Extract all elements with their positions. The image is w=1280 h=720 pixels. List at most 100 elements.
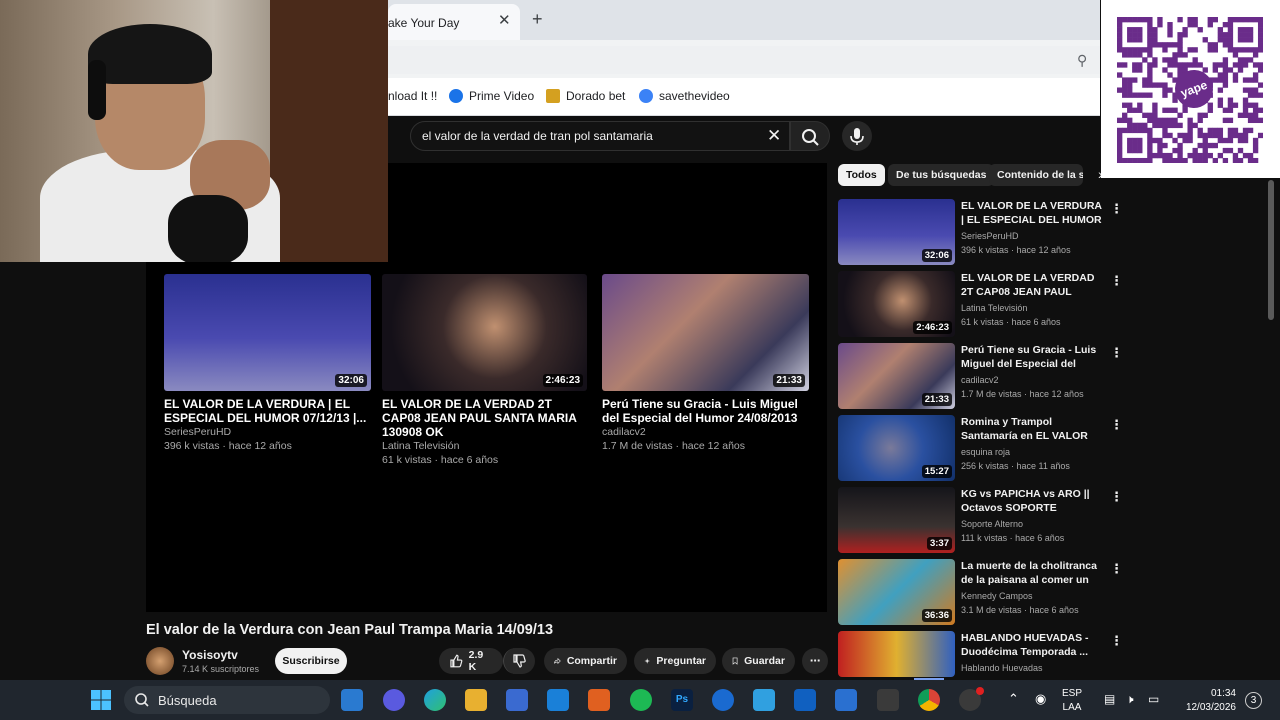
language-code: ESP [1062,688,1083,699]
bookmark-dorado-bet[interactable]: Dorado bet [546,89,625,103]
more-options-icon[interactable]: ⋮ [1110,417,1123,433]
calendar-icon[interactable] [835,689,857,711]
duration-badge: 2:46:23 [913,321,952,334]
video-meta: 61 k vistas · hace 6 años [961,317,1061,327]
more-options-icon[interactable]: ⋮ [1110,345,1123,361]
video-title: HABLANDO HUEVADAS - Duodécima Temporada … [961,632,1089,658]
ask-button[interactable]: Preguntar [634,648,716,674]
video-meta: 1.7 M de vistas · hace 12 años [602,440,745,452]
sidebar-video-2[interactable]: 2:46:23 EL VALOR DE LA VERDAD 2T CAP08 J… [838,271,1123,339]
sidebar-video-7[interactable]: HABLANDO HUEVADAS - Duodécima Temporada … [838,631,1118,677]
video-thumbnail: 36:36 [838,559,955,625]
store-icon[interactable] [506,689,528,711]
keyboard-layout: LAA [1062,702,1082,713]
taskbar-search[interactable] [124,686,330,714]
video-thumbnail: 21:33 [838,343,955,409]
notification-dot [976,687,984,695]
video-meta: 1.7 M de vistas · hace 12 años [961,389,1084,399]
mail-icon[interactable] [547,689,569,711]
video-meta: 61 k vistas · hace 6 años [382,454,499,466]
battery-icon[interactable]: ▭ [1148,692,1159,706]
bookmark-prime-video[interactable]: Prime Video [449,89,534,103]
spotify-icon[interactable] [630,689,652,711]
sidebar-video-6[interactable]: 36:36 La muerte de la cholitranca de la … [838,559,1123,627]
sidebar-video-3[interactable]: 21:33 Perú Tiene su Gracia - Luis Miguel… [838,343,1123,411]
bookmark-savethevideo[interactable]: savethevideo [639,89,730,103]
chip-from-searches[interactable]: De tus búsquedas [888,164,995,186]
microphone-icon[interactable]: ◉ [1035,691,1046,707]
input-language[interactable]: ESP LAA [1062,687,1082,715]
photoshop-icon[interactable]: Ps [671,689,693,711]
zoom-icon[interactable]: ⚲ [1077,52,1087,69]
channel-avatar[interactable] [146,647,174,675]
bookmark-download[interactable]: nload It !! [388,89,437,103]
scrollbar[interactable] [1268,180,1274,320]
more-options-icon[interactable]: ⋮ [1110,561,1123,577]
duration-badge: 2:46:23 [542,374,583,387]
like-button[interactable]: 2.9 K [439,648,503,674]
sidebar-video-1[interactable]: 32:06 EL VALOR DE LA VERDURA | EL ESPECI… [838,199,1123,267]
chip-related-content[interactable]: Contenido de la se [989,164,1083,186]
ask-label: Preguntar [656,655,706,667]
endscreen-video-2[interactable]: 2:46:23 EL VALOR DE LA VERDAD 2T CAP08 J… [382,274,587,467]
video-meta: 256 k vistas · hace 11 años [961,461,1070,471]
sidebar-video-4[interactable]: 15:27 Romina y Trampol Santamaría en EL … [838,415,1123,483]
bookmark-label: Prime Video [469,89,535,103]
like-count: 2.9 K [468,649,484,673]
video-title: La muerte de la cholitranca de la paisan… [961,560,1097,586]
more-options-icon[interactable]: ⋮ [1110,273,1123,289]
clear-search-icon[interactable]: ✕ [767,126,781,146]
share-button[interactable]: Compartir [544,648,627,674]
channel-name: cadilacv2 [602,426,646,438]
dislike-button[interactable] [503,648,535,674]
windows-start-icon[interactable] [90,689,112,716]
onedrive-icon[interactable] [712,689,734,711]
video-thumbnail [838,631,955,677]
sidebar-video-5[interactable]: 3:37 KG vs PAPICHA vs ARO || Octavos SOP… [838,487,1123,555]
chrome-icon[interactable] [918,689,940,711]
endscreen-video-1[interactable]: 32:06 EL VALOR DE LA VERDURA | EL ESPECI… [164,274,371,453]
outlook-icon[interactable] [794,689,816,711]
file-explorer-icon[interactable] [465,689,487,711]
video-thumbnail: 32:06 [164,274,371,391]
channel-name[interactable]: Yosisoytv [182,648,238,662]
voice-search-button[interactable] [842,121,872,151]
clock[interactable]: 01:34 12/03/2026 [1176,687,1236,715]
media-player-icon[interactable] [588,689,610,711]
duration-badge: 21:33 [921,393,952,406]
search-icon [134,692,150,713]
channel-name: cadilacv2 [961,375,999,385]
more-icon: ⋯ [809,655,821,667]
more-actions-button[interactable]: ⋯ [802,648,828,674]
thumbs-down-icon [513,654,526,668]
show-hidden-icons[interactable]: ⌃ [1008,691,1019,707]
calculator-icon[interactable] [877,689,899,711]
search-button[interactable] [790,121,830,151]
endscreen-video-3[interactable]: 21:33 Perú Tiene su Gracia - Luis Miguel… [602,274,809,453]
chip-all[interactable]: Todos [838,164,885,186]
bookmark-label: nload It !! [388,89,438,103]
network-icon[interactable]: ▤ [1104,692,1115,706]
yape-qr-code: yape [1101,0,1280,178]
edge-icon[interactable] [424,689,446,711]
search-icon [802,129,819,146]
more-options-icon[interactable]: ⋮ [1110,633,1118,649]
volume-icon[interactable]: 🕨 [1126,692,1134,707]
new-tab-icon[interactable]: + [532,9,543,30]
address-input[interactable] [388,46,1100,74]
tab-title: ake Your Day [388,16,460,30]
more-options-icon[interactable]: ⋮ [1110,201,1123,217]
subscribe-button[interactable]: Suscribirse [275,648,347,674]
task-view-icon[interactable] [341,689,363,711]
search-query: el valor de la verdad de tran pol santam… [422,129,653,143]
notification-badge[interactable]: 3 [1245,692,1262,709]
close-tab-icon[interactable]: ✕ [498,11,511,29]
sparkle-icon [644,658,650,664]
video-thumbnail: 2:46:23 [382,274,587,391]
duration-badge: 32:06 [921,249,952,262]
teams-icon[interactable] [383,689,405,711]
notepad-icon[interactable] [753,689,775,711]
more-options-icon[interactable]: ⋮ [1110,489,1123,505]
save-button[interactable]: Guardar [722,648,795,674]
video-title: Perú Tiene su Gracia - Luis Miguel del E… [961,344,1097,370]
